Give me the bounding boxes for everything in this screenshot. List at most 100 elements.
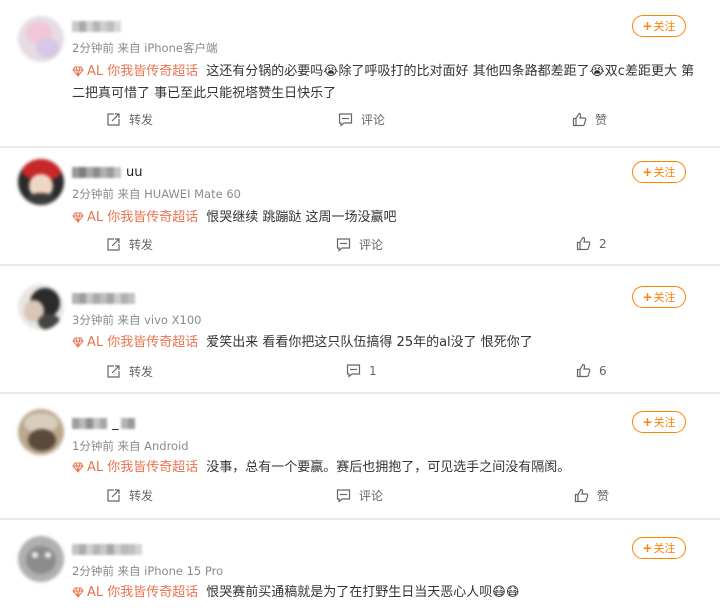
repost-button[interactable]: 转发 [106, 363, 153, 380]
like-label: 赞 [597, 489, 610, 503]
repost-icon [107, 238, 120, 251]
repost-icon [107, 113, 120, 126]
post-actions: 转发 评论 赞 [72, 487, 632, 507]
repost-button[interactable]: 转发 [106, 487, 153, 504]
comment-label: 评论 [359, 238, 384, 252]
follow-button[interactable]: + 关注 [632, 411, 686, 433]
follow-button[interactable]: + 关注 [632, 286, 686, 308]
follow-button[interactable]: + 关注 [632, 537, 686, 559]
repost-icon [107, 365, 120, 378]
username[interactable] [72, 542, 147, 556]
comment-label: 评论 [359, 489, 384, 503]
username[interactable] [72, 291, 140, 305]
gem-icon [72, 212, 84, 223]
post-meta: 2分钟前 来自 iPhone客户端 [72, 41, 218, 55]
comment-button[interactable]: 评论 [336, 487, 383, 504]
plus-icon: + [642, 290, 653, 304]
like-icon [572, 112, 587, 127]
avatar[interactable] [18, 16, 64, 62]
post-text: 恨哭赛前买通稿就是为了在打野生日当天恶心人呗😷😷 [206, 585, 520, 600]
post-meta: 2分钟前 来自 iPhone 15 Pro [72, 564, 224, 578]
comment-button[interactable]: 评论 [336, 236, 383, 253]
plus-icon: + [642, 415, 653, 429]
post-text: 没事，总有一个要赢。赛后也拥抱了，可见选手之间没有隔阂。 [206, 460, 571, 475]
post-card: 2分钟前 来自 iPhone 15 Pro + 关注 AL 你我皆传奇超话 恨哭赛… [0, 520, 720, 616]
avatar[interactable] [18, 536, 64, 582]
like-label: 赞 [595, 113, 608, 127]
username[interactable]: _ [72, 415, 135, 431]
comment-icon [336, 489, 351, 503]
repost-label: 转发 [129, 489, 154, 503]
topic-tag-label: AL 你我皆传奇超话 [87, 64, 199, 79]
topic-tag-label: AL 你我皆传奇超话 [87, 210, 199, 225]
topic-tag[interactable]: AL 你我皆传奇超话 [72, 335, 198, 350]
repost-label: 转发 [129, 238, 154, 252]
avatar[interactable] [18, 159, 64, 205]
post-card: uu 2分钟前 来自 HUAWEI Mate 60 + 关注 AL 你我皆传奇超… [0, 148, 720, 264]
post-card: 2分钟前 来自 iPhone客户端 + 关注 AL 你我皆传奇超话 这还有分锅的必… [0, 0, 720, 146]
post-card: _ 1分钟前 来自 Android + 关注 AL 你我皆传奇超话 没事，总有一个… [0, 394, 720, 518]
topic-tag[interactable]: AL 你我皆传奇超话 [72, 460, 198, 475]
post-content: AL 你我皆传奇超话 恨哭赛前买通稿就是为了在打野生日当天恶心人呗😷😷 [72, 582, 702, 604]
username-mosaic-tail [120, 417, 135, 429]
topic-tag-label: AL 你我皆传奇超话 [87, 460, 199, 475]
post-content: AL 你我皆传奇超话 爱笑出来 看看你把这只队伍搞得 25年的al没了 恨死你了 [72, 332, 702, 354]
post-actions: 转发 评论 2 [72, 236, 632, 256]
post-content: AL 你我皆传奇超话 没事，总有一个要赢。赛后也拥抱了，可见选手之间没有隔阂。 [72, 457, 702, 479]
like-label: 2 [599, 236, 607, 251]
post-meta: 3分钟前 来自 vivo X100 [72, 313, 202, 327]
username-suffix: _ [112, 415, 119, 431]
topic-tag[interactable]: AL 你我皆传奇超话 [72, 210, 198, 225]
comment-button[interactable]: 1 [346, 363, 377, 378]
post-text: 恨哭继续 跳蹦跶 这周一场没赢吧 [206, 210, 397, 225]
like-button[interactable]: 2 [576, 236, 607, 251]
follow-label: 关注 [653, 542, 676, 555]
comment-button[interactable]: 评论 [338, 111, 385, 128]
follow-label: 关注 [653, 291, 676, 304]
gem-icon [72, 337, 84, 348]
gem-icon [72, 587, 84, 598]
username-mosaic [72, 292, 135, 304]
topic-tag[interactable]: AL 你我皆传奇超话 [72, 64, 198, 79]
follow-label: 关注 [653, 166, 676, 179]
like-button[interactable]: 6 [576, 363, 607, 378]
comment-label: 1 [369, 363, 377, 378]
post-meta: 2分钟前 来自 HUAWEI Mate 60 [72, 187, 241, 201]
comment-icon [336, 238, 351, 252]
username[interactable] [72, 19, 126, 33]
comment-feed: 2分钟前 来自 iPhone客户端 + 关注 AL 你我皆传奇超话 这还有分锅的必… [0, 0, 720, 616]
repost-label: 转发 [129, 365, 154, 379]
username-mosaic [72, 543, 142, 555]
post-card: 3分钟前 来自 vivo X100 + 关注 AL 你我皆传奇超话 爱笑出来 看看… [0, 266, 720, 392]
repost-icon [107, 489, 120, 502]
username[interactable]: uu [72, 164, 143, 180]
topic-tag-label: AL 你我皆传奇超话 [87, 585, 199, 600]
plus-icon: + [642, 165, 653, 179]
avatar[interactable] [18, 409, 64, 455]
repost-button[interactable]: 转发 [106, 111, 153, 128]
like-button[interactable]: 赞 [574, 487, 609, 504]
like-icon [574, 488, 589, 503]
plus-icon: + [642, 19, 653, 33]
follow-label: 关注 [653, 20, 676, 33]
username-mosaic [72, 20, 121, 32]
username-suffix: uu [126, 164, 143, 180]
repost-button[interactable]: 转发 [106, 236, 153, 253]
gem-icon [72, 462, 84, 473]
topic-tag[interactable]: AL 你我皆传奇超话 [72, 585, 198, 600]
like-button[interactable]: 赞 [572, 111, 607, 128]
avatar[interactable] [18, 284, 64, 330]
comment-label: 评论 [361, 113, 386, 127]
post-meta: 1分钟前 来自 Android [72, 439, 189, 453]
gem-icon [72, 66, 84, 77]
repost-label: 转发 [129, 113, 154, 127]
username-mosaic [72, 166, 121, 178]
plus-icon: + [642, 541, 653, 555]
follow-button[interactable]: + 关注 [632, 15, 686, 37]
comment-icon [346, 364, 361, 378]
follow-button[interactable]: + 关注 [632, 161, 686, 183]
follow-label: 关注 [653, 416, 676, 429]
post-content: AL 你我皆传奇超话 这还有分锅的必要吗😭除了呼吸打的比对面好 其他四条路都差距了… [72, 61, 702, 105]
username-mosaic [72, 417, 107, 429]
post-actions: 转发 评论 赞 [72, 111, 632, 131]
